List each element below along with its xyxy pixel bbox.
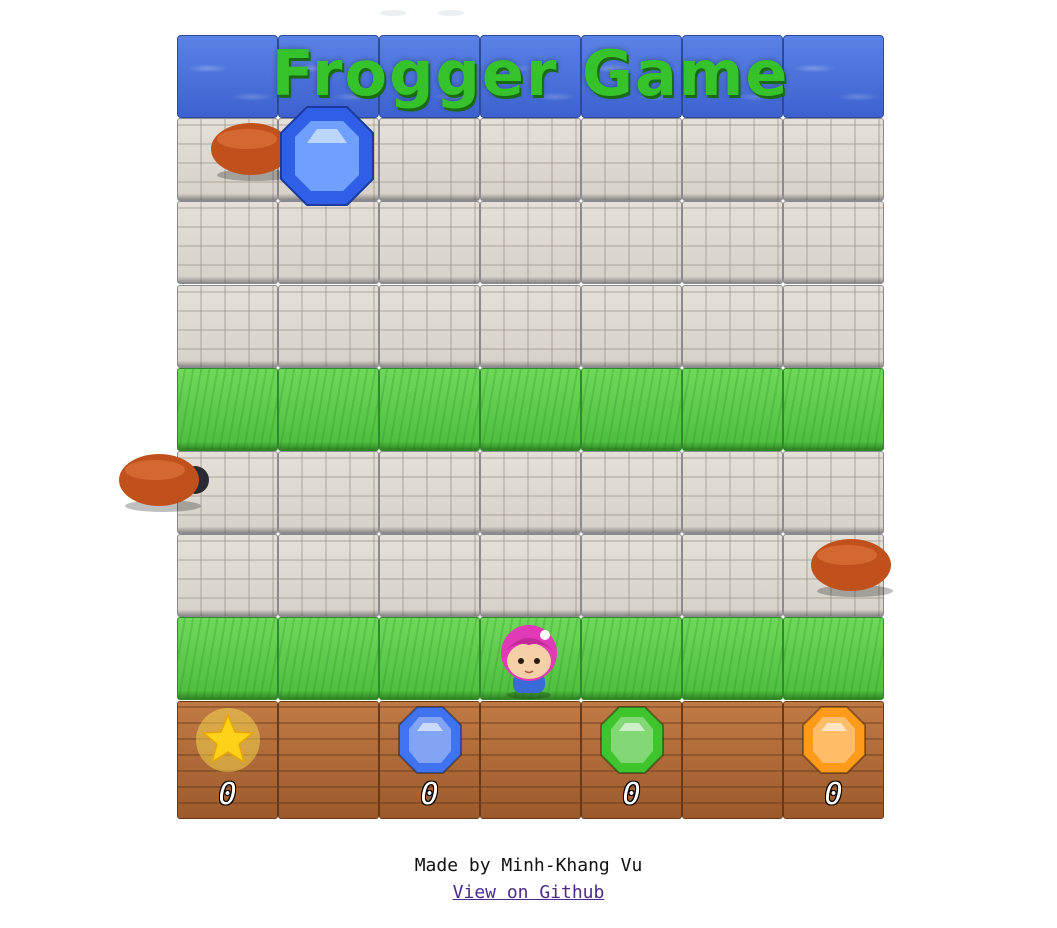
orange-gem-icon	[802, 706, 866, 774]
stone-tile	[783, 118, 884, 201]
footer: Made by Minh-Khang Vu View on Github	[0, 852, 1057, 903]
stone-tile	[480, 201, 581, 284]
dirt-tile	[480, 701, 581, 819]
enemy-bug	[119, 454, 209, 512]
game-title: Frogger Game	[271, 37, 790, 110]
grass-tile	[581, 368, 682, 451]
grass-tile	[682, 617, 783, 700]
ghost-mark	[380, 10, 406, 16]
grass-tile	[783, 617, 884, 700]
stone-tile	[379, 534, 480, 617]
stone-tile	[682, 451, 783, 534]
collectible-counter: 0	[622, 777, 641, 812]
collectible-counter: 0	[420, 777, 439, 812]
stone-tile	[783, 285, 884, 368]
stone-tile	[480, 285, 581, 368]
game-board[interactable]: Frogger Game 0 0 0 0	[119, 35, 893, 820]
stone-tile	[682, 534, 783, 617]
stone-tile	[783, 201, 884, 284]
ghost-mark	[438, 10, 464, 16]
grass-tile	[682, 368, 783, 451]
stone-tile	[379, 118, 480, 201]
stone-tile	[581, 534, 682, 617]
grass-tile	[480, 368, 581, 451]
stone-tile	[379, 451, 480, 534]
stone-tile	[278, 285, 379, 368]
enemy-bug	[811, 539, 893, 597]
grass-tile	[278, 617, 379, 700]
credit-text: Made by Minh-Khang Vu	[414, 855, 643, 876]
stone-tile	[379, 285, 480, 368]
stone-tile	[682, 118, 783, 201]
stone-tile	[278, 451, 379, 534]
dirt-tile	[278, 701, 379, 819]
stone-tile	[682, 201, 783, 284]
grass-tile	[177, 617, 278, 700]
stone-tile	[581, 118, 682, 201]
stone-tile	[177, 201, 278, 284]
collectible-counter: 0	[824, 777, 843, 812]
grass-tile	[379, 617, 480, 700]
stone-tile	[379, 201, 480, 284]
stone-tile	[177, 534, 278, 617]
stone-tile	[480, 118, 581, 201]
stone-tile	[682, 285, 783, 368]
grass-tile	[379, 368, 480, 451]
stone-tile	[581, 285, 682, 368]
dirt-tile	[682, 701, 783, 819]
grass-tile	[581, 617, 682, 700]
github-link[interactable]: View on Github	[453, 882, 605, 903]
stone-tile	[278, 534, 379, 617]
stone-tile	[278, 201, 379, 284]
grass-tile	[278, 368, 379, 451]
stone-tile	[480, 451, 581, 534]
grass-tile	[783, 368, 884, 451]
stone-tile	[783, 451, 884, 534]
green-gem-icon	[600, 706, 664, 774]
stone-tile	[177, 285, 278, 368]
player-character	[501, 625, 557, 699]
star-icon	[196, 708, 260, 772]
blue-gem-icon	[398, 706, 462, 774]
stone-tile	[581, 451, 682, 534]
grass-tile	[177, 368, 278, 451]
collectible-counter: 0	[218, 777, 237, 812]
stone-tile	[480, 534, 581, 617]
stone-tile	[581, 201, 682, 284]
blue-gem-icon	[280, 106, 374, 206]
